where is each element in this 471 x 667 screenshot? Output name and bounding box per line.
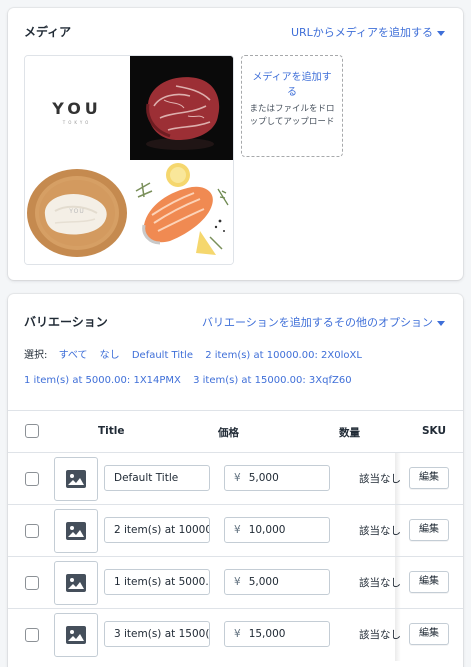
variant-row: Default Title ¥5,000 該当なし 編集 <box>8 452 463 505</box>
edit-variant-button[interactable]: 編集 <box>409 623 449 645</box>
currency-symbol: ¥ <box>234 628 241 640</box>
image-placeholder-icon <box>66 626 86 644</box>
variant-image-button[interactable] <box>54 509 98 553</box>
more-options-label: その他のオプション <box>334 316 433 329</box>
variants-title: バリエーション <box>24 315 108 329</box>
variant-title-input[interactable]: Default Title <box>104 465 210 491</box>
add-media-from-url-button[interactable]: URLからメディアを追加する <box>291 24 445 40</box>
salmon-image <box>130 161 233 264</box>
edit-variant-button[interactable]: 編集 <box>409 571 449 593</box>
row-checkbox[interactable] <box>25 472 39 486</box>
edit-variant-button[interactable]: 編集 <box>409 519 449 541</box>
logo-mark: YOU <box>51 99 102 118</box>
select-all-link[interactable]: すべて <box>59 350 88 361</box>
variant-image-button[interactable] <box>54 613 98 657</box>
variant-title-input[interactable]: 1 item(s) at 5000. <box>104 569 210 595</box>
media-item-salmon[interactable] <box>130 161 233 264</box>
sticky-column-shadow <box>395 505 401 557</box>
add-media-from-url-label: URLからメディアを追加する <box>290 26 433 39</box>
variant-title-input[interactable]: 2 item(s) at 10000 <box>104 517 210 543</box>
variant-title-input[interactable]: 3 item(s) at 1500( <box>104 621 210 647</box>
image-placeholder-icon <box>66 522 86 540</box>
more-options-button[interactable]: その他のオプション <box>334 314 445 330</box>
caret-down-icon <box>437 30 445 36</box>
media-dropzone[interactable]: メディアを追加する またはファイルをドロップしてアップロード <box>241 55 343 157</box>
price-value: 10,000 <box>248 524 286 536</box>
column-sku: SKU <box>422 425 447 437</box>
logo-image: YOU TOKYO <box>51 99 102 125</box>
select-label: 選択: <box>24 350 48 361</box>
sticky-column-shadow <box>395 557 401 609</box>
variant-price-input[interactable]: ¥5,000 <box>224 465 330 491</box>
variants-table-header: Title 価格 数量 SKU <box>8 410 463 450</box>
select-2-items-link[interactable]: 2 item(s) at 10000.00: 2X0loXL <box>205 350 362 361</box>
currency-symbol: ¥ <box>234 576 241 588</box>
svg-text:YOU: YOU <box>68 208 84 215</box>
image-placeholder-icon <box>66 470 86 488</box>
sticky-column-shadow <box>395 453 401 505</box>
dropzone-hint: またはファイルをドロップしてアップロード <box>249 104 335 127</box>
image-placeholder-icon <box>66 574 86 592</box>
row-checkbox[interactable] <box>25 576 39 590</box>
add-variant-button[interactable]: バリエーションを追加する <box>202 314 334 330</box>
row-checkbox[interactable] <box>25 524 39 538</box>
selection-row-1: 選択: すべて なし Default Title 2 item(s) at 10… <box>24 346 371 361</box>
column-price: 価格 <box>218 427 239 439</box>
select-all-checkbox[interactable] <box>25 424 39 438</box>
select-1-item-link[interactable]: 1 item(s) at 5000.00: 1X14PMX <box>24 375 181 386</box>
price-value: 5,000 <box>248 472 279 484</box>
price-value: 15,000 <box>248 628 286 640</box>
select-3-items-link[interactable]: 3 item(s) at 15000.00: 3XqfZ60 <box>193 375 351 386</box>
variant-row: 1 item(s) at 5000. ¥5,000 該当なし 編集 <box>8 556 463 609</box>
caret-down-icon <box>437 320 445 326</box>
beef-image <box>130 56 233 160</box>
variant-row: 2 item(s) at 10000 ¥10,000 該当なし 編集 <box>8 504 463 557</box>
media-item-logo[interactable]: YOU TOKYO <box>25 56 129 160</box>
variant-row: 3 item(s) at 1500( ¥15,000 該当なし 編集 <box>8 608 463 661</box>
logo-subtext: TOKYO <box>62 120 91 125</box>
variant-price-input[interactable]: ¥5,000 <box>224 569 330 595</box>
variant-price-input[interactable]: ¥10,000 <box>224 517 330 543</box>
select-none-link[interactable]: なし <box>100 350 120 361</box>
sticky-column-shadow <box>395 609 401 661</box>
column-quantity: 数量 <box>339 427 360 439</box>
media-gallery: YOU TOKYO YOU <box>24 55 234 265</box>
price-value: 5,000 <box>248 576 279 588</box>
media-item-chicken[interactable]: YOU <box>25 161 129 264</box>
column-title: Title <box>98 425 125 437</box>
select-default-title-link[interactable]: Default Title <box>132 350 193 361</box>
currency-symbol: ¥ <box>234 524 241 536</box>
selection-row-2: 1 item(s) at 5000.00: 1X14PMX 3 item(s) … <box>24 375 361 386</box>
chicken-image: YOU <box>25 161 129 264</box>
media-item-beef[interactable] <box>130 56 233 160</box>
variant-image-button[interactable] <box>54 457 98 501</box>
media-title: メディア <box>24 25 72 39</box>
variants-card: バリエーション バリエーションを追加する その他のオプション 選択: すべて な… <box>8 294 463 667</box>
variant-image-button[interactable] <box>54 561 98 605</box>
currency-symbol: ¥ <box>234 472 241 484</box>
variant-price-input[interactable]: ¥15,000 <box>224 621 330 647</box>
add-media-link[interactable]: メディアを追加する <box>248 70 336 100</box>
media-card: メディア URLからメディアを追加する YOU TOKYO YOU メディアを追… <box>8 8 463 280</box>
edit-variant-button[interactable]: 編集 <box>409 467 449 489</box>
row-checkbox[interactable] <box>25 628 39 642</box>
